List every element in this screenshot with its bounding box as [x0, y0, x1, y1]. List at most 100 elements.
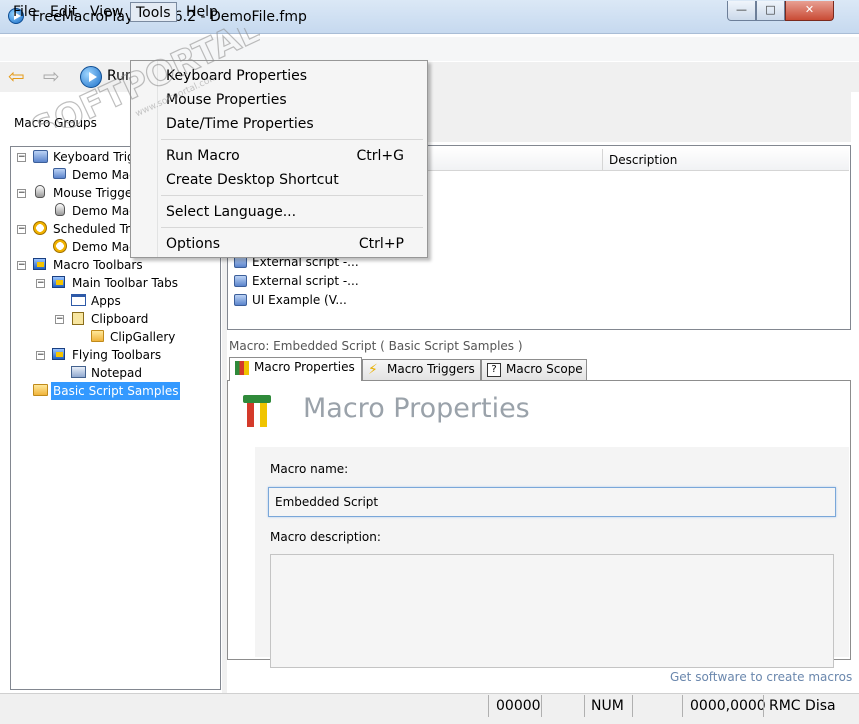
tab-macro-properties[interactable]: Macro Properties	[229, 357, 362, 381]
arrow-left-icon[interactable]: ⇦	[8, 66, 25, 86]
status-separator	[488, 695, 489, 717]
arrow-right-icon[interactable]: ⇨	[43, 66, 60, 86]
status-position: 0000,0000	[690, 698, 766, 714]
tree-item-flying-toolbars[interactable]: Flying Toolbars	[72, 346, 161, 364]
menu-item-run-macro[interactable]: Run Macro Ctrl+G	[166, 145, 424, 167]
collapse-icon[interactable]: −	[17, 189, 26, 198]
tree-item-scheduled-triggers[interactable]: Scheduled Tri	[53, 220, 133, 238]
toolbar-icon	[52, 276, 65, 288]
tree-item-notepad[interactable]: Notepad	[91, 364, 142, 382]
menu-separator	[161, 227, 423, 228]
menu-view[interactable]: View	[85, 2, 128, 22]
gallery-icon	[91, 330, 104, 342]
menu-item-label: Options	[166, 236, 221, 252]
tree-item-macro-toolbars[interactable]: Macro Toolbars	[53, 256, 143, 274]
tree-item-apps[interactable]: Apps	[91, 292, 121, 310]
menu-item-options[interactable]: Options Ctrl+P	[166, 233, 424, 255]
macro-caption: Macro: Embedded Script ( Basic Script Sa…	[229, 339, 523, 353]
status-rmc: RMC Disa	[769, 698, 836, 714]
menu-shortcut: Ctrl+G	[356, 148, 405, 164]
maximize-button[interactable]: □	[756, 1, 785, 21]
column-header-description[interactable]: Description	[609, 153, 677, 167]
tree-item-keyboard-triggers[interactable]: Keyboard Trig	[53, 148, 135, 166]
lightning-icon: ⚡	[368, 362, 378, 378]
window-icon	[71, 294, 86, 306]
menu-item-label: Mouse Properties	[166, 92, 287, 108]
macro-icon	[53, 168, 66, 179]
folder-open-icon	[33, 384, 48, 396]
status-separator	[682, 695, 683, 717]
status-num-lock: NUM	[591, 698, 624, 714]
status-counter: 00000	[496, 698, 541, 714]
tools-icon	[241, 395, 273, 427]
menu-shortcut: Ctrl+P	[358, 236, 404, 252]
menu-item-keyboard-properties[interactable]: Keyboard Properties	[166, 65, 424, 87]
get-software-link[interactable]: Get software to create macros	[670, 670, 852, 684]
tab-macro-triggers[interactable]: ⚡ Macro Triggers	[362, 359, 481, 380]
menu-item-label: Create Desktop Shortcut	[166, 172, 339, 188]
menu-help[interactable]: Help	[181, 2, 223, 22]
menu-item-label: Run Macro	[166, 148, 240, 164]
clipboard-icon	[72, 312, 84, 325]
play-icon[interactable]	[80, 66, 102, 88]
mouse-icon	[35, 185, 45, 198]
toolbar-icon	[52, 348, 65, 360]
tab-macro-scope[interactable]: ? Macro Scope	[481, 359, 587, 380]
tab-label: Macro Properties	[254, 360, 355, 374]
menu-item-create-desktop-shortcut[interactable]: Create Desktop Shortcut	[166, 169, 424, 191]
tools-menu: Keyboard Properties Mouse Properties Dat…	[130, 60, 428, 258]
tree-item-demo-macro-mouse[interactable]: Demo Mac	[72, 202, 136, 220]
collapse-icon[interactable]: −	[36, 351, 45, 360]
clock-icon	[53, 239, 67, 253]
collapse-icon[interactable]: −	[36, 279, 45, 288]
tree-item-demo-macro-scheduled[interactable]: Demo Mac	[72, 238, 136, 256]
tree-item-main-toolbar-tabs[interactable]: Main Toolbar Tabs	[72, 274, 178, 292]
collapse-icon[interactable]: −	[55, 315, 64, 324]
menu-item-label: Keyboard Properties	[166, 68, 308, 84]
status-separator	[541, 695, 542, 717]
menu-item-datetime-properties[interactable]: Date/Time Properties	[166, 113, 424, 135]
tree-item-mouse-triggers[interactable]: Mouse Trigge	[53, 184, 132, 202]
menu-icon-column	[157, 61, 158, 257]
tools-icon	[235, 361, 249, 375]
macro-description-input[interactable]	[270, 554, 834, 668]
macro-name-input[interactable]	[268, 487, 836, 517]
menu-item-mouse-properties[interactable]: Mouse Properties	[166, 89, 424, 111]
macro-icon	[234, 294, 247, 306]
close-button[interactable]: ✕	[785, 1, 834, 21]
list-item-label: UI Example (V...	[252, 293, 347, 307]
menu-edit[interactable]: Edit	[45, 2, 82, 22]
list-item[interactable]: External script -...	[234, 272, 359, 290]
menu-bar	[0, 37, 859, 61]
list-item-label: External script -...	[252, 274, 359, 288]
collapse-icon[interactable]: −	[17, 153, 26, 162]
status-separator	[632, 695, 633, 717]
tree-item-clipgallery[interactable]: ClipGallery	[110, 328, 175, 346]
detail-tabs: Macro Properties ⚡ Macro Triggers ? Macr…	[227, 357, 851, 381]
tab-label: Macro Triggers	[387, 362, 475, 376]
tree-item-basic-script-samples[interactable]: Basic Script Samples	[51, 382, 181, 400]
menu-tools[interactable]: Tools	[130, 2, 177, 22]
section-title: Macro Properties	[303, 393, 530, 424]
clock-icon	[33, 221, 47, 235]
list-item[interactable]: UI Example (V...	[234, 291, 347, 309]
menu-item-label: Select Language...	[166, 204, 297, 220]
menu-item-select-language[interactable]: Select Language...	[166, 201, 424, 223]
tab-label: Macro Scope	[506, 362, 583, 376]
status-separator	[763, 695, 764, 717]
macro-groups-label: Macro Groups	[14, 116, 97, 130]
macro-description-label: Macro description:	[270, 530, 381, 544]
menu-file[interactable]: File	[8, 2, 41, 22]
collapse-icon[interactable]: −	[17, 261, 26, 270]
toolbar-icon	[33, 258, 46, 270]
notepad-icon	[71, 366, 86, 378]
menu-separator	[161, 139, 423, 140]
menu-separator	[161, 195, 423, 196]
minimize-button[interactable]: —	[727, 1, 756, 21]
column-separator[interactable]	[602, 149, 603, 171]
collapse-icon[interactable]: −	[17, 225, 26, 234]
help-icon: ?	[487, 363, 501, 377]
status-separator	[584, 695, 585, 717]
tree-item-clipboard[interactable]: Clipboard	[91, 310, 148, 328]
tree-item-demo-macro-keyboard[interactable]: Demo Mac	[72, 166, 136, 184]
